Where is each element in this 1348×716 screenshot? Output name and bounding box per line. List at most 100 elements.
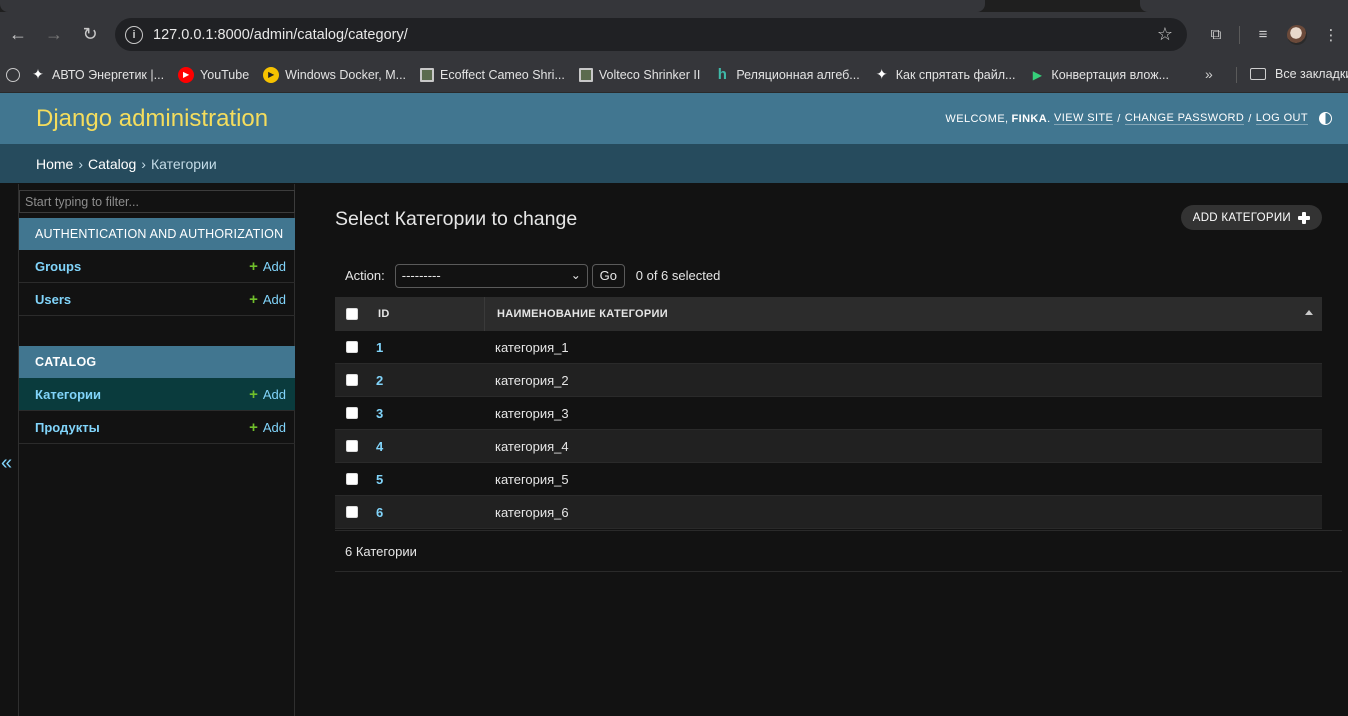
nav-filter-input[interactable]	[19, 190, 295, 213]
app-caption-catalog[interactable]: CATALOG	[19, 346, 295, 378]
sidebar-item-categories: Категории + Add	[19, 378, 295, 411]
log-out-link[interactable]: LOG OUT	[1255, 112, 1308, 125]
paginator: 6 Категории	[335, 530, 1342, 572]
selection-counter: 0 of 6 selected	[635, 268, 721, 283]
plus-icon: +	[249, 419, 258, 436]
site-info-icon[interactable]: i	[125, 25, 143, 44]
toolbar-right-icons: ⧉ ≡ ⋮	[1199, 12, 1348, 57]
breadcrumb: Home › Catalog › Категории	[0, 144, 1348, 183]
name-cell: категория_1	[495, 339, 569, 355]
row-checkbox[interactable]	[346, 374, 358, 386]
row-id-link[interactable]: 5	[376, 472, 383, 487]
column-header-id[interactable]: ID	[369, 297, 485, 331]
row-checkbox[interactable]	[346, 440, 358, 452]
reload-icon[interactable]: ↻	[72, 17, 108, 53]
action-select[interactable]: --------- ⌄	[394, 263, 588, 288]
add-users-link[interactable]: + Add	[249, 291, 286, 308]
row-checkbox[interactable]	[346, 341, 358, 353]
column-header-name[interactable]: НАИМЕНОВАНИЕ КАТЕГОРИИ	[485, 297, 1322, 331]
bookmarks-divider	[1236, 67, 1237, 83]
row-checkbox[interactable]	[346, 473, 358, 485]
id-cell: 4	[369, 439, 485, 454]
arrow-play-icon: ▶	[1032, 67, 1043, 82]
name-cell: категория_4	[495, 438, 569, 454]
model-link-categories[interactable]: Категории	[35, 387, 101, 402]
globe-icon[interactable]	[6, 67, 20, 82]
row-select-cell	[335, 473, 369, 485]
bookmark-item[interactable]: ▶ YouTube	[178, 66, 249, 83]
admin-header: Django administration WELCOME, FINKA. VI…	[0, 93, 1348, 144]
toolbar-divider	[1239, 25, 1240, 44]
chevron-down-icon: ⌄	[570, 267, 581, 282]
plus-icon: +	[249, 386, 258, 403]
row-id-link[interactable]: 4	[376, 439, 383, 454]
plus-icon: +	[249, 258, 258, 275]
site-branding[interactable]: Django administration	[36, 105, 268, 133]
all-bookmarks-folder[interactable]: Все закладки	[1250, 67, 1348, 81]
table-row: 5 категория_5	[335, 463, 1322, 496]
media-controls-icon[interactable]: ≡	[1246, 18, 1280, 52]
row-select-cell	[335, 407, 369, 419]
row-checkbox[interactable]	[346, 506, 358, 518]
go-button[interactable]: Go	[591, 263, 625, 288]
bookmark-star-icon[interactable]: ☆	[1157, 24, 1173, 45]
add-groups-link[interactable]: + Add	[249, 258, 286, 275]
theme-toggle-icon[interactable]	[1319, 112, 1332, 125]
change-password-link[interactable]: CHANGE PASSWORD	[1124, 112, 1245, 125]
separator: /	[1117, 112, 1121, 125]
name-cell: категория_6	[495, 504, 569, 520]
welcome-text: WELCOME,	[945, 112, 1009, 125]
breadcrumb-separator: ›	[78, 155, 84, 172]
model-link-products[interactable]: Продукты	[35, 420, 100, 435]
plus-icon	[1298, 211, 1310, 224]
result-list: ID НАИМЕНОВАНИЕ КАТЕГОРИИ 1 категория_1 …	[335, 297, 1322, 529]
row-id-link[interactable]: 3	[376, 406, 383, 421]
app-caption-auth[interactable]: AUTHENTICATION AND AUTHORIZATION	[19, 218, 295, 250]
row-id-link[interactable]: 6	[376, 505, 383, 520]
row-checkbox[interactable]	[346, 407, 358, 419]
avatar	[1287, 24, 1307, 45]
extensions-icon[interactable]: ⧉	[1199, 18, 1233, 52]
add-category-button[interactable]: ADD КАТЕГОРИИ	[1180, 205, 1322, 230]
picture-frame-icon	[420, 67, 435, 82]
add-categories-link[interactable]: + Add	[249, 386, 286, 403]
sort-ascending-icon[interactable]	[1305, 310, 1313, 315]
add-products-link[interactable]: + Add	[249, 419, 286, 436]
nav-sidebar: AUTHENTICATION AND AUTHORIZATION Groups …	[18, 184, 295, 716]
chevron-double-right-icon[interactable]: »	[1205, 66, 1213, 82]
app-auth-module: AUTHENTICATION AND AUTHORIZATION Groups …	[19, 218, 295, 316]
bookmark-item[interactable]: ▶ Конвертация влож...	[1029, 67, 1169, 83]
action-selected-value: ---------	[401, 268, 441, 283]
bookmark-item[interactable]: h Реляционная алгеб...	[714, 66, 860, 83]
id-cell: 1	[369, 340, 485, 355]
bookmark-item[interactable]: ✦ АВТО Энергетик |...	[30, 66, 164, 83]
bookmark-item[interactable]: Ecoffect Cameo Shri...	[420, 67, 565, 82]
forward-arrow-icon[interactable]: →	[36, 17, 72, 53]
menu-kebab-icon[interactable]: ⋮	[1314, 18, 1348, 52]
breadcrumb-home[interactable]: Home	[36, 156, 73, 172]
model-link-groups[interactable]: Groups	[35, 259, 81, 274]
row-id-link[interactable]: 1	[376, 340, 383, 355]
back-arrow-icon[interactable]: ←	[0, 17, 36, 53]
address-bar[interactable]: i 127.0.0.1:8000/admin/catalog/category/…	[115, 18, 1187, 51]
name-cell: категория_3	[495, 405, 569, 421]
table-row: 3 категория_3	[335, 397, 1322, 430]
picture-frame-icon	[578, 67, 593, 82]
view-site-link[interactable]: VIEW SITE	[1054, 112, 1114, 125]
breadcrumb-catalog[interactable]: Catalog	[88, 156, 136, 172]
select-all-checkbox[interactable]	[346, 308, 358, 320]
browser-tabstrip	[0, 0, 1348, 12]
bookmark-item[interactable]: Volteco Shrinker II	[578, 67, 700, 82]
url-text[interactable]: 127.0.0.1:8000/admin/catalog/category/	[153, 27, 408, 43]
bookmark-item[interactable]: ✦ Как спрятать файл...	[874, 66, 1016, 83]
sidebar-collapse-toggle[interactable]: «	[1, 452, 12, 475]
row-select-cell	[335, 506, 369, 518]
row-select-cell	[335, 341, 369, 353]
separator: /	[1248, 112, 1252, 125]
bookmark-item[interactable]: ▶ Windows Docker, M...	[263, 66, 407, 83]
bookmark-label: Windows Docker, M...	[285, 67, 407, 82]
row-id-link[interactable]: 2	[376, 373, 383, 388]
model-link-users[interactable]: Users	[35, 292, 71, 307]
active-tab[interactable]	[0, 0, 985, 12]
profile-avatar[interactable]	[1280, 18, 1314, 52]
